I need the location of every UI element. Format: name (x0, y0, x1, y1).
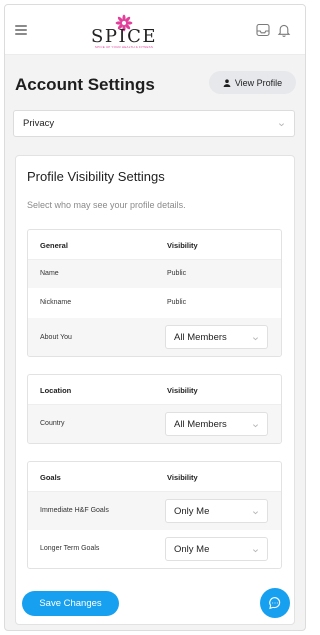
row-label: Nickname (40, 299, 72, 306)
chevron-down-icon (253, 511, 258, 515)
visibility-select-value: All Members (174, 331, 227, 343)
top-bar: SPICE SPICE UP YOUR HEALTH & FITNESS (5, 5, 305, 55)
visibility-select-value: Only Me (174, 543, 210, 555)
chevron-down-icon (279, 123, 284, 127)
visibility-select[interactable]: Only Me (165, 537, 268, 561)
row-label: About You (40, 334, 72, 341)
table-header: General Visibility (28, 230, 281, 260)
card-subtitle: Select who may see your profile details. (27, 200, 186, 210)
row-label: Country (40, 420, 65, 427)
table-row: Immediate H&F Goals Only Me (28, 492, 281, 530)
logo-word: SPICE (91, 26, 157, 47)
view-profile-button[interactable]: View Profile (209, 71, 296, 94)
visibility-select[interactable]: All Members (165, 325, 268, 349)
chevron-down-icon (253, 549, 258, 553)
inbox-icon[interactable] (255, 22, 271, 38)
chat-button[interactable] (260, 588, 290, 618)
view-profile-label: View Profile (234, 77, 283, 88)
logo[interactable]: SPICE SPICE UP YOUR HEALTH & FITNESS (89, 14, 159, 49)
profile-visibility-card: Profile Visibility Settings Select who m… (15, 155, 295, 625)
row-label: Longer Term Goals (40, 545, 100, 552)
row-visibility-value: Public (167, 270, 187, 277)
row-visibility-value: Public (167, 299, 187, 306)
column-header-visibility: Visibility (167, 241, 198, 250)
table-row: Name Public (28, 260, 281, 288)
general-visibility-table: General Visibility Name Public Nickname … (27, 229, 282, 357)
location-visibility-table: Location Visibility Country All Members (27, 374, 282, 444)
visibility-select[interactable]: Only Me (165, 499, 268, 523)
page-title: Account Settings (15, 75, 155, 94)
chat-bubble-icon (269, 597, 281, 610)
card-title: Profile Visibility Settings (27, 169, 165, 184)
save-changes-button[interactable]: Save Changes (22, 591, 119, 616)
settings-section-select[interactable]: Privacy (13, 110, 295, 137)
chevron-down-icon (253, 337, 258, 341)
visibility-select-value: Only Me (174, 505, 210, 517)
goals-visibility-table: Goals Visibility Immediate H&F Goals Onl… (27, 461, 282, 569)
row-label: Immediate H&F Goals (40, 507, 109, 514)
table-row: Nickname Public (28, 288, 281, 318)
chevron-down-icon (253, 424, 258, 428)
table-row: Longer Term Goals Only Me (28, 530, 281, 568)
column-header-field: Goals (40, 473, 61, 482)
column-header-visibility: Visibility (167, 386, 198, 395)
table-header: Goals Visibility (28, 462, 281, 492)
section-select-value: Privacy (23, 118, 55, 129)
user-icon (223, 78, 231, 87)
logo-tagline: SPICE UP YOUR HEALTH & FITNESS (94, 45, 154, 49)
bell-icon[interactable] (276, 22, 292, 38)
row-label: Name (40, 270, 59, 277)
visibility-select-value: All Members (174, 418, 227, 430)
menu-icon[interactable] (15, 25, 27, 35)
table-row: About You All Members (28, 318, 281, 356)
column-header-field: General (40, 241, 68, 250)
table-row: Country All Members (28, 405, 281, 443)
app-frame: SPICE SPICE UP YOUR HEALTH & FITNESS Acc… (4, 4, 306, 631)
visibility-select[interactable]: All Members (165, 412, 268, 436)
column-header-field: Location (40, 386, 72, 395)
table-header: Location Visibility (28, 375, 281, 405)
column-header-visibility: Visibility (167, 473, 198, 482)
